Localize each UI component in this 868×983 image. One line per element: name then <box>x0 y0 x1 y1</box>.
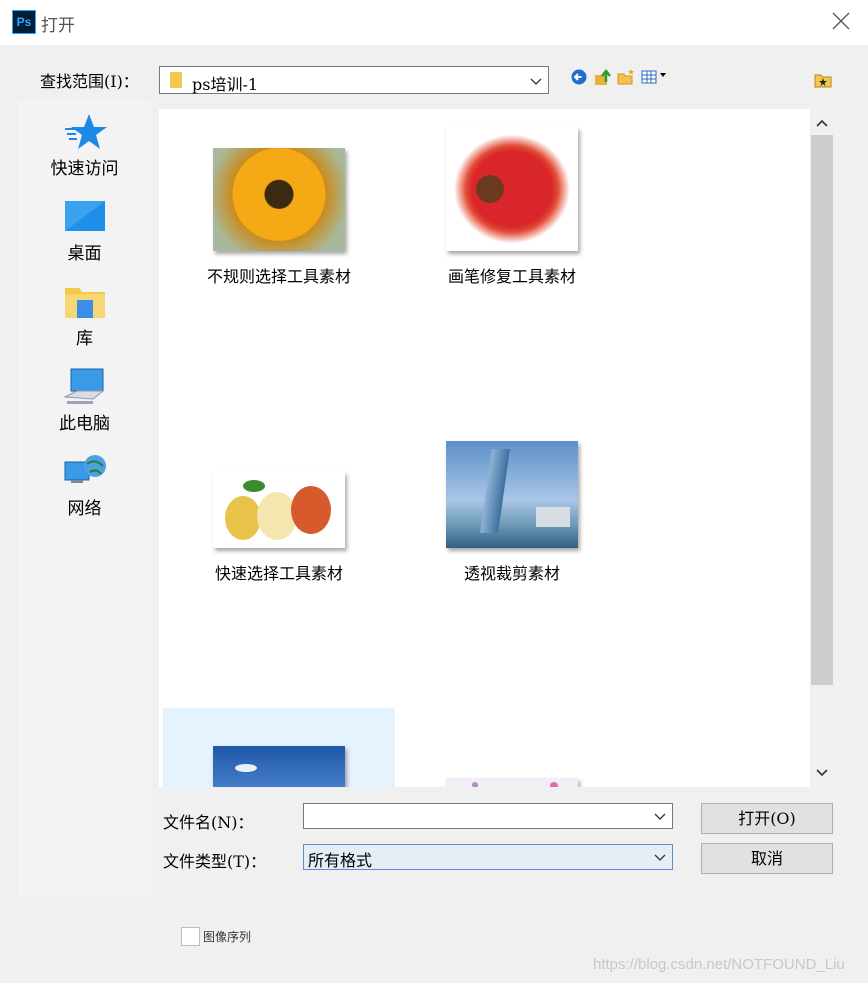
file-label: 画笔修复工具素材 <box>447 267 576 286</box>
image-sequence-checkbox[interactable] <box>181 927 200 946</box>
folder-icon <box>170 72 182 88</box>
file-thumbnail <box>213 472 345 548</box>
view-menu-button[interactable] <box>641 68 673 86</box>
file-thumbnail <box>446 778 578 787</box>
place-network[interactable]: 网络 <box>18 452 151 519</box>
cancel-button[interactable]: 取消 <box>701 843 833 874</box>
file-thumbnail <box>446 441 578 548</box>
folder-star-button[interactable] <box>814 72 832 88</box>
file-item[interactable] <box>396 778 628 787</box>
places-sidebar: 快速访问 桌面 库 此电脑 网络 <box>18 100 151 897</box>
scroll-up-icon[interactable] <box>814 115 830 131</box>
back-button[interactable] <box>570 68 588 86</box>
file-label: 快速选择工具素材 <box>214 564 343 583</box>
library-icon <box>64 288 105 318</box>
place-quick-access[interactable]: 快速访问 <box>18 112 151 179</box>
file-list: 不规则选择工具素材 画笔修复工具素材 快速选择工具素材 透视裁剪素材 <box>159 109 810 787</box>
file-item[interactable]: 画笔修复工具素材 <box>396 127 628 287</box>
place-label: 网络 <box>67 499 102 519</box>
place-this-pc[interactable]: 此电脑 <box>18 367 151 434</box>
file-item-selected[interactable] <box>163 708 395 787</box>
file-label: 透视裁剪素材 <box>463 564 560 583</box>
place-label: 快速访问 <box>50 159 119 179</box>
close-button[interactable] <box>828 8 854 34</box>
vertical-scrollbar[interactable] <box>810 109 834 787</box>
scrollbar-thumb[interactable] <box>811 135 833 685</box>
chevron-down-icon <box>654 854 666 861</box>
place-libraries[interactable]: 库 <box>18 282 151 349</box>
filetype-value: 所有格式 <box>308 851 373 870</box>
up-one-level-button[interactable] <box>594 68 612 86</box>
title-bar: Ps 打开 <box>0 0 868 45</box>
up-folder-icon <box>595 68 611 85</box>
file-item[interactable]: 不规则选择工具素材 <box>163 148 395 287</box>
lookin-dropdown[interactable]: ps培训-1 <box>159 66 549 94</box>
filetype-dropdown[interactable]: 所有格式 <box>303 844 673 870</box>
watermark: https://blog.csdn.net/NOTFOUND_Liu <box>593 956 845 973</box>
lookin-label: 查找范围(I)： <box>40 72 139 91</box>
place-label: 此电脑 <box>59 414 110 434</box>
place-label: 库 <box>76 329 93 349</box>
place-label: 桌面 <box>67 244 102 264</box>
file-thumbnail <box>213 148 345 251</box>
file-label: 不规则选择工具素材 <box>206 267 351 286</box>
folder-star-icon <box>814 74 832 88</box>
view-menu-icon <box>641 70 666 84</box>
filename-combo[interactable] <box>303 803 673 829</box>
file-thumbnail <box>213 746 345 787</box>
network-icon <box>64 455 106 483</box>
new-folder-icon <box>617 69 634 85</box>
chevron-down-icon[interactable] <box>654 810 666 822</box>
image-sequence-label: 图像序列 <box>203 930 252 944</box>
window-title: 打开 <box>41 16 75 36</box>
new-folder-button[interactable] <box>617 68 635 86</box>
file-thumbnail <box>446 127 578 251</box>
file-item[interactable]: 快速选择工具素材 <box>163 472 395 584</box>
close-icon <box>832 12 850 30</box>
scroll-down-icon[interactable] <box>814 765 830 781</box>
open-button[interactable]: 打开(O) <box>701 803 833 834</box>
lookin-value: ps培训-1 <box>192 75 259 94</box>
computer-icon <box>62 368 104 404</box>
star-icon <box>64 114 107 149</box>
file-item[interactable]: 透视裁剪素材 <box>396 441 628 584</box>
photoshop-app-icon: Ps <box>12 10 36 34</box>
back-arrow-icon <box>571 69 587 85</box>
place-desktop[interactable]: 桌面 <box>18 197 151 264</box>
filetype-label: 文件类型(T)： <box>163 852 267 871</box>
desktop-icon <box>64 201 105 231</box>
filename-label: 文件名(N)： <box>163 813 254 832</box>
chevron-down-icon <box>530 78 542 85</box>
